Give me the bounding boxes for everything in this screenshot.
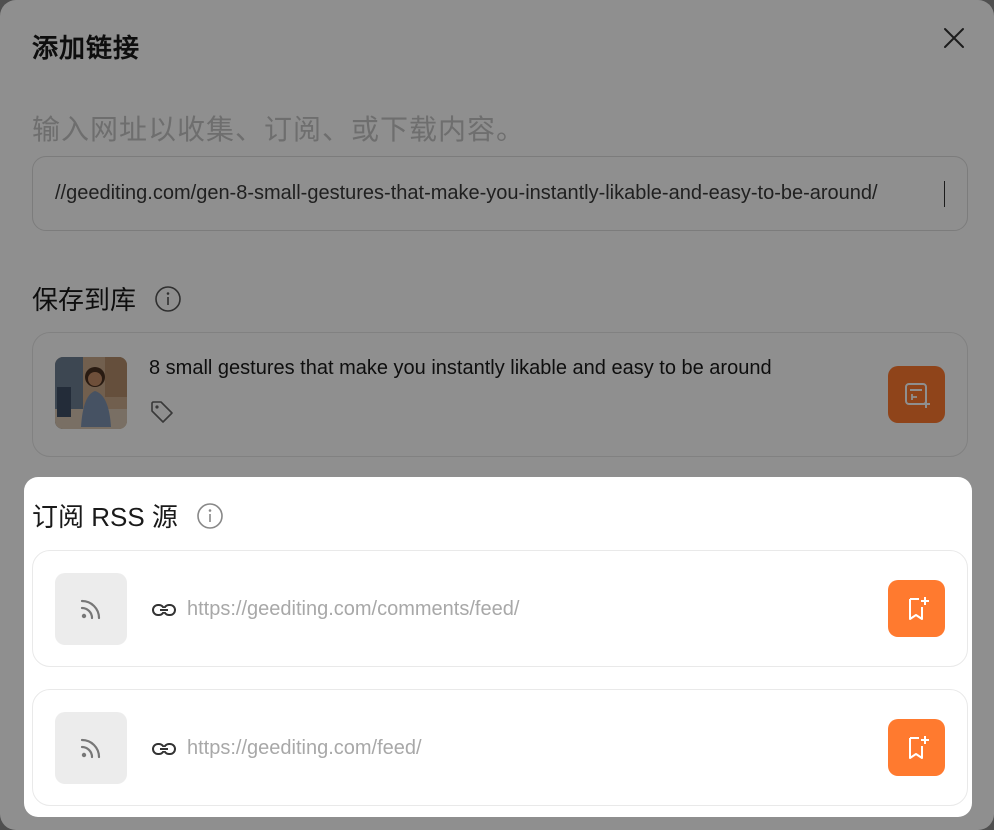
- close-icon: [944, 28, 964, 48]
- save-section-title: 保存到库: [32, 285, 137, 315]
- article-card[interactable]: 8 small gestures that make you instantly…: [32, 332, 968, 457]
- feed-link[interactable]: https://geediting.com/feed/: [151, 690, 422, 807]
- rss-feed-item[interactable]: https://geediting.com/comments/feed/: [32, 550, 968, 667]
- dialog-title: 添加链接: [32, 33, 141, 63]
- info-icon[interactable]: [196, 502, 224, 530]
- text-caret: [944, 180, 945, 207]
- save-to-library-button[interactable]: [888, 366, 945, 423]
- bookmark-add-icon: [908, 735, 929, 759]
- rss-section-header: 订阅 RSS 源: [32, 497, 224, 534]
- article-thumbnail: [55, 357, 127, 429]
- subscribe-button[interactable]: [888, 719, 945, 776]
- rss-section-title: 订阅 RSS 源: [32, 502, 178, 532]
- rss-feed-item[interactable]: https://geediting.com/feed/: [32, 689, 968, 806]
- tag-icon[interactable]: [149, 399, 175, 425]
- rss-section: 订阅 RSS 源 https://geediting.com/comments/…: [24, 477, 972, 817]
- close-button[interactable]: [936, 20, 972, 56]
- rss-icon: [55, 712, 127, 784]
- bookmark-add-icon: [908, 596, 929, 620]
- url-hint: 输入网址以收集、订阅、或下载内容。: [32, 114, 526, 145]
- link-icon: [152, 603, 176, 616]
- library-add-icon: [904, 382, 930, 408]
- subscribe-button[interactable]: [888, 580, 945, 637]
- feed-url: https://geediting.com/comments/feed/: [187, 598, 520, 620]
- rss-icon: [55, 573, 127, 645]
- article-title: 8 small gestures that make you instantly…: [149, 357, 772, 379]
- link-icon: [152, 742, 176, 755]
- url-input[interactable]: [55, 182, 943, 205]
- info-icon[interactable]: [154, 285, 182, 313]
- url-input-box[interactable]: [32, 156, 968, 231]
- feed-url: https://geediting.com/feed/: [187, 737, 422, 759]
- save-section-header: 保存到库: [32, 280, 182, 317]
- feed-link[interactable]: https://geediting.com/comments/feed/: [151, 551, 519, 668]
